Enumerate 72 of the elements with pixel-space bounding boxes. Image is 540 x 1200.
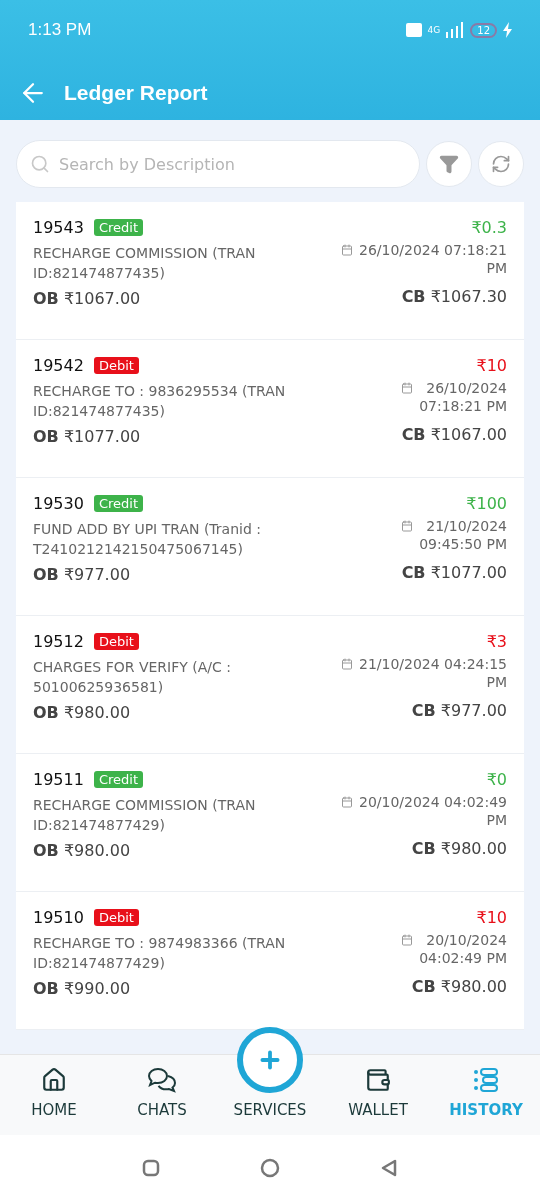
- transaction-date: 21/10/2024 09:45:50 PM: [419, 517, 507, 553]
- transaction-amount: ₹0.3: [471, 218, 507, 237]
- opening-balance: OB ₹980.00: [33, 841, 132, 860]
- transaction-amount: ₹3: [486, 632, 507, 651]
- type-tag: Credit: [93, 219, 143, 236]
- nav-tab[interactable]: WALLET: [324, 1055, 432, 1135]
- calendar-icon: [340, 796, 353, 808]
- calendar-icon: [340, 658, 353, 670]
- chat-bubbles-icon: [147, 1067, 177, 1093]
- transaction-id: 19530: [33, 494, 84, 513]
- transaction-description: RECHARGE COMMISSION (TRAN ID:821474877429): [33, 796, 257, 835]
- transaction-amount: ₹10: [476, 356, 507, 375]
- filter-icon: [439, 154, 459, 174]
- opening-balance: OB ₹990.00: [33, 979, 132, 998]
- transaction-description: FUND ADD BY UPI TRAN (Tranid : T2410212142150475067145): [33, 520, 263, 559]
- type-tag: Debit: [93, 357, 139, 374]
- transaction-date: 20/10/2024 04:02:49 PM: [358, 793, 507, 829]
- closing-balance: CB ₹1077.00: [401, 563, 507, 582]
- calendar-icon: [340, 244, 353, 256]
- nav-tab[interactable]: HOME: [0, 1055, 108, 1135]
- opening-balance: OB ₹980.00: [33, 703, 132, 722]
- signal-icon: [446, 22, 465, 38]
- opening-balance: OB ₹1067.00: [33, 289, 142, 308]
- transaction-id: 19510: [33, 908, 84, 927]
- calendar-icon: [401, 934, 414, 946]
- back-triangle-icon[interactable]: [380, 1157, 398, 1178]
- recents-icon[interactable]: [142, 1158, 160, 1177]
- nav-tab[interactable]: SERVICES: [216, 1023, 324, 1135]
- transaction-description: RECHARGE TO : 9836295534 (TRAN ID:821474877435): [33, 382, 287, 421]
- opening-balance: OB ₹1077.00: [33, 427, 142, 446]
- charging-icon: [503, 22, 512, 38]
- transaction-id: 19512: [33, 632, 84, 651]
- search-field[interactable]: Search by Description: [16, 140, 420, 188]
- network-type: 4G: [427, 25, 441, 35]
- type-tag: Debit: [93, 633, 139, 650]
- filter-button[interactable]: [426, 141, 472, 187]
- closing-balance: CB ₹977.00: [411, 701, 507, 720]
- transaction-description: RECHARGE TO : 9874983366 (TRAN ID:821474877429): [33, 934, 287, 973]
- type-tag: Credit: [93, 771, 143, 788]
- home-icon: [41, 1067, 67, 1093]
- transaction-date: 26/10/2024 07:18:21 PM: [358, 241, 507, 277]
- calendar-icon: [401, 520, 414, 532]
- search-icon: [30, 154, 50, 174]
- closing-balance: CB ₹980.00: [411, 977, 507, 996]
- transaction-date: 21/10/2024 04:24:15 PM: [358, 655, 507, 691]
- wallet-icon: [365, 1067, 391, 1093]
- volte-icon: [405, 23, 422, 37]
- closing-balance: CB ₹980.00: [411, 839, 507, 858]
- transaction-id: 19542: [33, 356, 84, 375]
- nav-tab[interactable]: CHATS: [108, 1055, 216, 1135]
- status-time: 1:13 PM: [28, 20, 92, 40]
- transaction-description: RECHARGE COMMISSION (TRAN ID:821474877435): [33, 244, 257, 283]
- list-icon: [473, 1067, 499, 1093]
- battery-level: 12: [470, 22, 497, 38]
- transaction-id: 19511: [33, 770, 84, 789]
- transaction-amount: ₹0: [486, 770, 507, 789]
- transaction-description: CHARGES FOR VERIFY (A/C : 50100625936581): [33, 658, 232, 697]
- opening-balance: OB ₹977.00: [33, 565, 132, 584]
- type-tag: Debit: [93, 909, 139, 926]
- page-title: Ledger Report: [64, 81, 208, 105]
- type-tag: Credit: [93, 495, 143, 512]
- refresh-button[interactable]: [478, 141, 524, 187]
- refresh-icon: [491, 154, 511, 174]
- transaction-date: 20/10/2024 04:02:49 PM: [419, 931, 507, 967]
- transaction-date: 26/10/2024 07:18:21 PM: [419, 379, 507, 415]
- transaction-id: 19543: [33, 218, 84, 237]
- closing-balance: CB ₹1067.00: [401, 425, 507, 444]
- calendar-icon: [401, 382, 414, 394]
- closing-balance: CB ₹1067.30: [401, 287, 507, 306]
- transaction-amount: ₹10: [476, 908, 507, 927]
- home-circle-icon[interactable]: [260, 1157, 280, 1178]
- transaction-amount: ₹100: [466, 494, 507, 513]
